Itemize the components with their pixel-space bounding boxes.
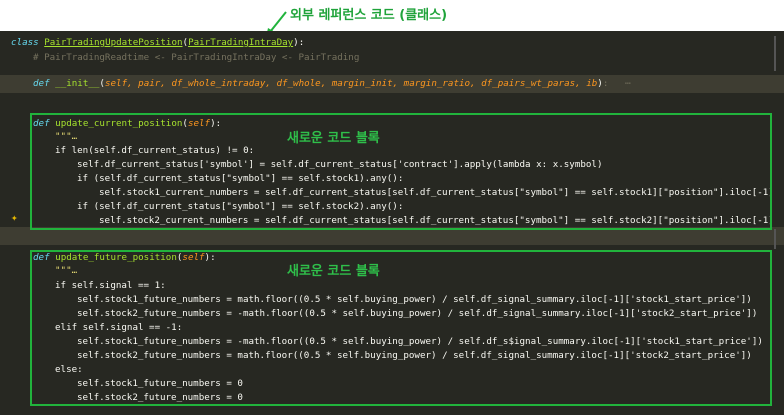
sparkle-icon[interactable]: ✦ [11,211,18,224]
code-editor[interactable]: class PairTradingUpdatePosition(PairTrad… [0,31,784,415]
base-class-name[interactable]: PairTradingIntraDay [188,37,293,48]
new-code-block-2-label: 새로운 코드 블록 [287,264,380,279]
new-code-block-2-highlight [30,250,772,406]
scrollbar-marker-2[interactable] [774,229,776,249]
code-line-init: def __init__(self, pair, df_whole_intrad… [0,75,784,93]
class-name[interactable]: PairTradingUpdatePosition [44,37,182,48]
new-code-block-1-highlight [30,113,772,230]
scrollbar-marker[interactable] [774,36,776,71]
code-line-comment: # PairTradingReadtime <- PairTradingIntr… [33,52,360,63]
new-code-block-1-label: 새로운 코드 블록 [287,131,380,146]
